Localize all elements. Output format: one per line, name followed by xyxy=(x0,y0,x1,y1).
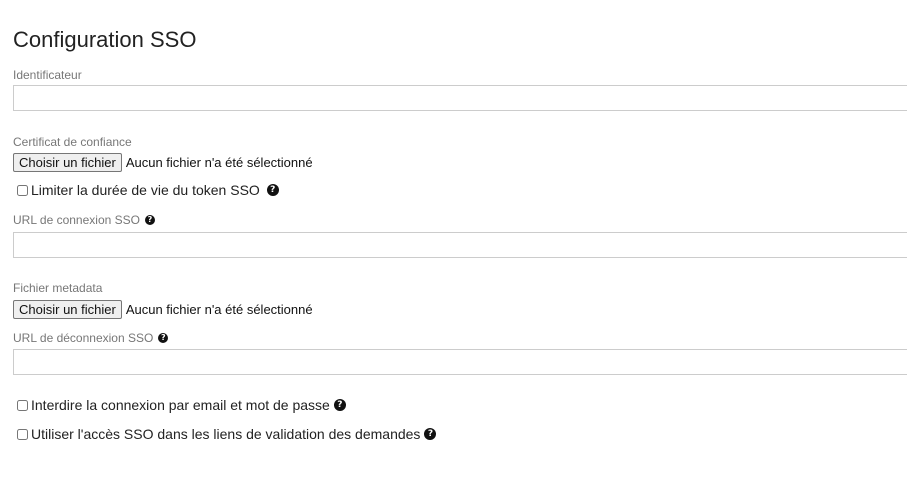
question-circle-icon[interactable]: ? xyxy=(144,215,155,225)
identifier-label: Identificateur xyxy=(13,68,82,82)
certificate-file-status: Aucun fichier n'a été sélectionné xyxy=(125,155,313,170)
identifier-input[interactable] xyxy=(13,85,907,111)
question-circle-icon[interactable]: ? xyxy=(333,399,346,411)
login-url-label: URL de connexion SSO ? xyxy=(13,213,155,227)
question-circle-icon[interactable]: ? xyxy=(158,333,169,343)
forbid-email-login-row: Interdire la connexion par email et mot … xyxy=(17,397,346,413)
sso-validation-links-row: Utiliser l'accès SSO dans les liens de v… xyxy=(17,426,437,442)
metadata-file-status: Aucun fichier n'a été sélectionné xyxy=(125,302,313,317)
forbid-email-login-label: Interdire la connexion par email et mot … xyxy=(31,397,330,413)
logout-url-input[interactable] xyxy=(13,349,907,375)
metadata-file-picker: Choisir un fichier Aucun fichier n'a été… xyxy=(13,300,313,319)
page-title: Configuration SSO xyxy=(13,27,197,52)
certificate-label: Certificat de confiance xyxy=(13,135,132,149)
question-circle-icon[interactable]: ? xyxy=(424,428,437,440)
certificate-choose-file-button[interactable]: Choisir un fichier xyxy=(13,153,122,172)
identifier-label-text: Identificateur xyxy=(13,68,82,82)
sso-validation-links-label: Utiliser l'accès SSO dans les liens de v… xyxy=(31,426,421,442)
limit-token-row: Limiter la durée de vie du token SSO ? xyxy=(17,182,279,198)
logout-url-label-text: URL de déconnexion SSO xyxy=(13,331,154,345)
certificate-label-text: Certificat de confiance xyxy=(13,135,132,149)
question-circle-icon[interactable]: ? xyxy=(266,184,279,196)
metadata-label-text: Fichier metadata xyxy=(13,281,103,295)
logout-url-label: URL de déconnexion SSO ? xyxy=(13,331,169,345)
limit-token-label: Limiter la durée de vie du token SSO xyxy=(31,182,260,198)
sso-validation-links-checkbox[interactable] xyxy=(17,428,28,440)
login-url-label-text: URL de connexion SSO xyxy=(13,213,140,227)
metadata-label: Fichier metadata xyxy=(13,281,102,295)
forbid-email-login-checkbox[interactable] xyxy=(17,399,28,411)
metadata-choose-file-button[interactable]: Choisir un fichier xyxy=(13,300,122,319)
login-url-input[interactable] xyxy=(13,232,907,258)
certificate-file-picker: Choisir un fichier Aucun fichier n'a été… xyxy=(13,153,313,172)
limit-token-checkbox[interactable] xyxy=(17,184,28,196)
